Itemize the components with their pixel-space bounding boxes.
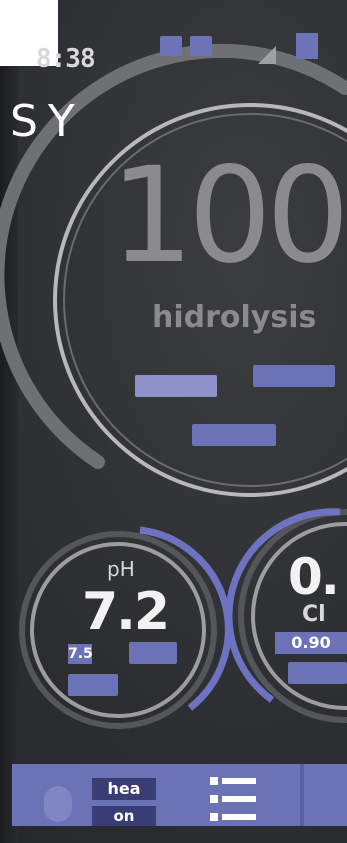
hidrolysis-label: hidrolysis — [152, 300, 317, 335]
list-menu-icon[interactable] — [210, 777, 256, 821]
brand-text: SY — [10, 96, 85, 147]
hidrolysis-pill-bottom[interactable] — [192, 424, 276, 446]
ph-pill-right[interactable] — [129, 642, 177, 664]
status-chip-1 — [160, 36, 182, 56]
hidrolysis-pill-right[interactable] — [253, 365, 335, 387]
nav-divider — [300, 764, 304, 826]
hidrolysis-value: 100 — [110, 139, 347, 293]
ph-pill-bottom[interactable] — [68, 674, 118, 696]
status-time: 8:38 — [36, 44, 96, 74]
ph-label: pH — [107, 557, 135, 581]
cl-label: Cl — [302, 602, 326, 627]
ph-value[interactable]: 7.2 — [82, 586, 170, 638]
battery-icon — [296, 33, 318, 59]
user-icon[interactable] — [44, 786, 72, 822]
ph-setpoint[interactable]: 7.5 — [68, 644, 93, 664]
signal-icon — [258, 46, 276, 64]
mode-label[interactable]: hea — [92, 778, 156, 800]
cl-pill-bottom[interactable] — [288, 662, 347, 684]
mode-status[interactable]: on — [92, 806, 156, 826]
hidrolysis-pill-left[interactable] — [135, 375, 217, 397]
status-chip-2 — [190, 36, 212, 56]
cl-value[interactable]: 0. — [288, 552, 340, 602]
cl-setpoint[interactable]: 0.90 — [275, 632, 347, 654]
